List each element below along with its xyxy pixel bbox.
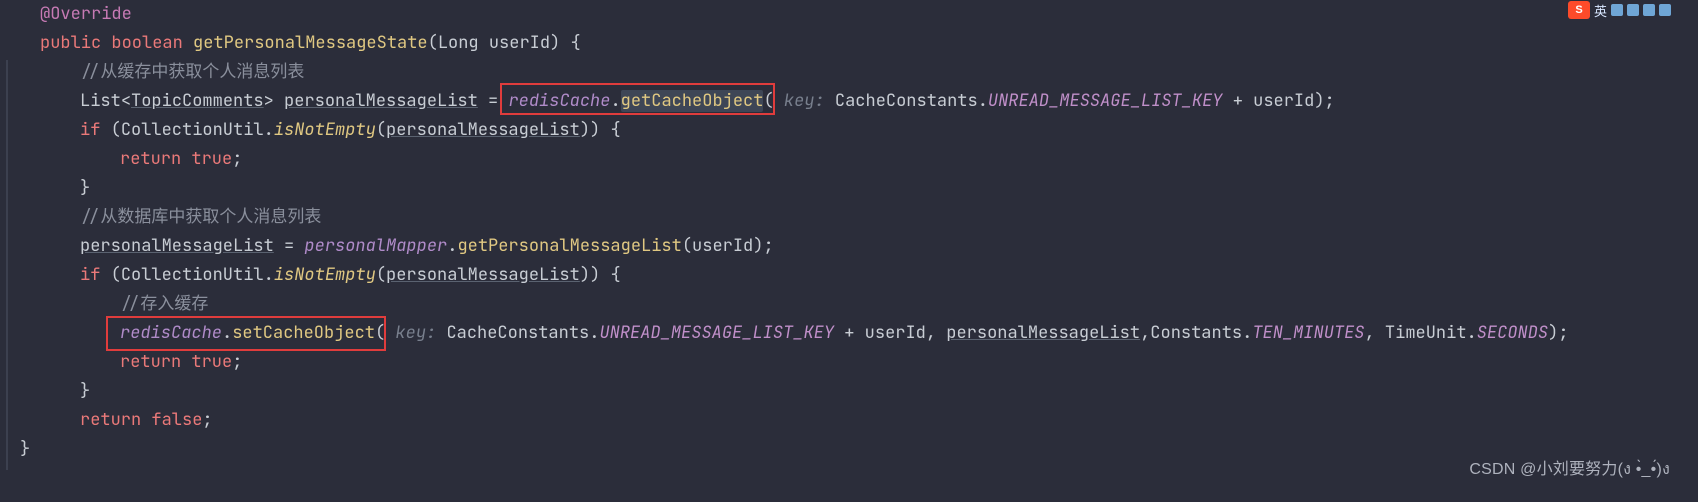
ime-brand-icon[interactable]: S xyxy=(1568,1,1590,19)
code-line: } xyxy=(80,174,1698,203)
code-line: if (CollectionUtil.isNotEmpty(personalMe… xyxy=(80,261,1698,290)
ime-toolbar[interactable]: S 英 xyxy=(1568,0,1698,20)
code-line: if (CollectionUtil.isNotEmpty(personalMe… xyxy=(80,116,1698,145)
ime-option-icon[interactable] xyxy=(1659,4,1671,16)
watermark: CSDN @小刘要努力(ง •̀_•́)ง xyxy=(1469,455,1670,482)
code-line: } xyxy=(80,377,1698,406)
ime-option-icon[interactable] xyxy=(1643,4,1655,16)
code-line: @Override xyxy=(40,0,1698,29)
code-line: //从缓存中获取个人消息列表 xyxy=(80,58,1698,87)
code-line: } xyxy=(20,435,1698,464)
gutter xyxy=(0,0,14,502)
code-line: return true; xyxy=(120,348,1698,377)
code-line: //从数据库中获取个人消息列表 xyxy=(80,203,1698,232)
code-line: return true; xyxy=(120,145,1698,174)
ime-option-icon[interactable] xyxy=(1627,4,1639,16)
code-line: redisCache.setCacheObject( key: CacheCon… xyxy=(120,319,1698,348)
code-line: personalMessageList = personalMapper.get… xyxy=(80,232,1698,261)
annotation: @Override xyxy=(40,3,132,25)
code-line: List<TopicComments> personalMessageList … xyxy=(80,87,1698,116)
code-line: //存入缓存 xyxy=(120,290,1698,319)
ime-option-icon[interactable] xyxy=(1611,4,1623,16)
code-editor[interactable]: @Override public boolean getPersonalMess… xyxy=(0,0,1698,502)
code-line: public boolean getPersonalMessageState(L… xyxy=(40,29,1698,58)
code-line: return false; xyxy=(80,406,1698,435)
ime-status[interactable]: 英 xyxy=(1594,1,1671,20)
